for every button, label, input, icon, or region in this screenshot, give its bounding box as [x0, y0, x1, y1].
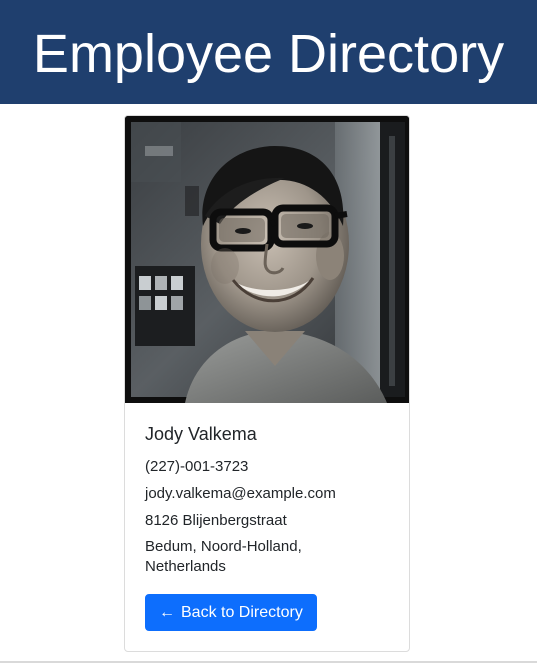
employee-name: Jody Valkema	[145, 424, 257, 444]
employee-city-region-country: Bedum, Noord-Holland, Netherlands	[145, 538, 302, 575]
employee-details: Jody Valkema (227)-001-3723 jody.valkema…	[145, 422, 395, 577]
employee-card: Jody Valkema (227)-001-3723 jody.valkema…	[124, 115, 410, 652]
back-button-label: Back to Directory	[181, 603, 303, 621]
app-header: Employee Directory	[0, 0, 537, 104]
page-title: Employee Directory	[32, 24, 505, 84]
employee-phone: (227)-001-3723	[145, 458, 249, 475]
employee-email: jody.valkema@example.com	[145, 485, 336, 502]
employee-photo	[125, 116, 409, 403]
employee-street: 8126 Blijenbergstraat	[145, 512, 287, 529]
left-arrow-icon: ←	[159, 603, 175, 621]
back-to-directory-button[interactable]: ← Back to Directory	[145, 594, 317, 631]
